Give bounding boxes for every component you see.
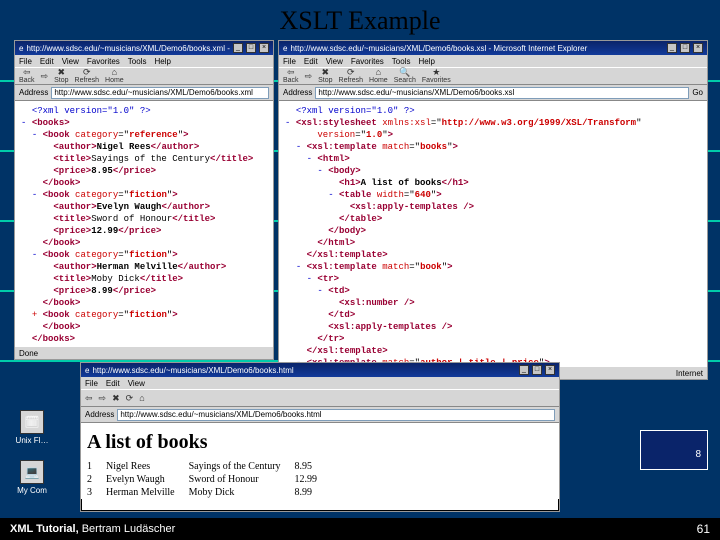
search-button[interactable]: 🔍Search xyxy=(394,68,416,84)
menu-view[interactable]: View xyxy=(326,57,343,66)
home-button[interactable]: ⌂Home xyxy=(105,68,124,84)
maximize-button[interactable]: □ xyxy=(532,365,542,375)
address-input[interactable] xyxy=(315,87,689,99)
menu-favorites[interactable]: Favorites xyxy=(351,57,384,66)
desktop-icon[interactable]: 💻 My Com xyxy=(10,460,54,495)
menu-edit[interactable]: Edit xyxy=(106,379,120,388)
back-button[interactable]: ⇦ xyxy=(85,394,93,403)
status-bar: Done xyxy=(15,347,273,359)
title-bar[interactable]: e http://www.sdsc.edu/~musicians/XML/Dem… xyxy=(81,363,559,377)
back-button[interactable]: ⇦Back xyxy=(283,68,299,84)
browser-window-output: e http://www.sdsc.edu/~musicians/XML/Dem… xyxy=(80,362,560,512)
menu-help[interactable]: Help xyxy=(418,57,434,66)
favorites-button[interactable]: ★Favorites xyxy=(422,68,451,84)
title-bar[interactable]: e http://www.sdsc.edu/~musicians/XML/Dem… xyxy=(279,41,707,55)
close-button[interactable]: × xyxy=(693,43,703,53)
window-title: http://www.sdsc.edu/~musicians/XML/Demo6… xyxy=(290,44,664,53)
toolbar: ⇦ ⇨ ✖ ⟳ ⌂ xyxy=(81,389,559,407)
output-table: 1Nigel ReesSayings of the Century8.952Ev… xyxy=(87,460,331,499)
menu-view[interactable]: View xyxy=(128,379,145,388)
minimize-button[interactable]: _ xyxy=(519,365,529,375)
address-bar: Address xyxy=(15,85,273,101)
background-window: 8 xyxy=(640,430,708,470)
menu-edit[interactable]: Edit xyxy=(40,57,54,66)
slide-footer: XML Tutorial, Bertram Ludäscher 61 xyxy=(0,518,720,540)
menu-tools[interactable]: Tools xyxy=(392,57,411,66)
minimize-button[interactable]: _ xyxy=(667,43,677,53)
slide-title: XSLT Example xyxy=(0,6,720,36)
table-row: 2Evelyn WaughSword of Honour12.99 xyxy=(87,473,331,486)
back-button[interactable]: ⇦Back xyxy=(19,68,35,84)
address-bar: Address xyxy=(81,407,559,423)
forward-button[interactable]: ⇨ xyxy=(41,72,49,81)
table-row: 3Herman MelvilleMoby Dick8.99 xyxy=(87,486,331,499)
menu-file[interactable]: File xyxy=(19,57,32,66)
xml-content: <?xml version="1.0" ?> - <books> - <book… xyxy=(15,101,273,347)
forward-button[interactable]: ⇨ xyxy=(99,394,107,403)
toolbar: ⇦Back ⇨ ✖Stop ⟳Refresh ⌂Home xyxy=(15,67,273,85)
address-input[interactable] xyxy=(117,409,555,421)
address-bar: Address Go xyxy=(279,85,707,101)
go-button[interactable]: Go xyxy=(692,88,703,97)
refresh-button[interactable]: ⟳ xyxy=(126,394,134,403)
maximize-button[interactable]: □ xyxy=(246,43,256,53)
menu-help[interactable]: Help xyxy=(154,57,170,66)
menu-edit[interactable]: Edit xyxy=(304,57,318,66)
home-button[interactable]: ⌂Home xyxy=(369,68,388,84)
close-button[interactable]: × xyxy=(545,365,555,375)
window-title: http://www.sdsc.edu/~musicians/XML/Demo6… xyxy=(26,44,230,53)
menu-file[interactable]: File xyxy=(283,57,296,66)
desktop-icon[interactable]: 🗓 Unix Fl… xyxy=(10,410,54,445)
forward-button[interactable]: ⇨ xyxy=(305,72,313,81)
title-bar[interactable]: e http://www.sdsc.edu/~musicians/XML/Dem… xyxy=(15,41,273,55)
address-input[interactable] xyxy=(51,87,269,99)
menu-favorites[interactable]: Favorites xyxy=(87,57,120,66)
window-title: http://www.sdsc.edu/~musicians/XML/Demo6… xyxy=(92,366,516,375)
menu-bar: File Edit View Favorites Tools Help xyxy=(279,55,707,67)
refresh-button[interactable]: ⟳Refresh xyxy=(75,68,100,84)
stop-button[interactable]: ✖ xyxy=(112,394,120,403)
table-row: 1Nigel ReesSayings of the Century8.95 xyxy=(87,460,331,473)
menu-bar: File Edit View xyxy=(81,377,559,389)
browser-window-xsl: e http://www.sdsc.edu/~musicians/XML/Dem… xyxy=(278,40,708,380)
refresh-button[interactable]: ⟳Refresh xyxy=(339,68,364,84)
menu-bar: File Edit View Favorites Tools Help xyxy=(15,55,273,67)
home-button[interactable]: ⌂ xyxy=(139,394,144,403)
output-heading: A list of books xyxy=(87,431,553,454)
ie-icon: e xyxy=(283,44,287,53)
browser-window-xml: e http://www.sdsc.edu/~musicians/XML/Dem… xyxy=(14,40,274,360)
page-number: 61 xyxy=(697,522,710,536)
xsl-content: <?xml version="1.0" ?> - <xsl:stylesheet… xyxy=(279,101,707,367)
toolbar: ⇦Back ⇨ ✖Stop ⟳Refresh ⌂Home 🔍Search ★Fa… xyxy=(279,67,707,85)
menu-file[interactable]: File xyxy=(85,379,98,388)
stop-button[interactable]: ✖Stop xyxy=(54,68,68,84)
ie-icon: e xyxy=(85,366,89,375)
ie-icon: e xyxy=(19,44,23,53)
output-content: A list of books 1Nigel ReesSayings of th… xyxy=(81,423,559,499)
menu-view[interactable]: View xyxy=(62,57,79,66)
maximize-button[interactable]: □ xyxy=(680,43,690,53)
close-button[interactable]: × xyxy=(259,43,269,53)
menu-tools[interactable]: Tools xyxy=(128,57,147,66)
minimize-button[interactable]: _ xyxy=(233,43,243,53)
stop-button[interactable]: ✖Stop xyxy=(318,68,332,84)
